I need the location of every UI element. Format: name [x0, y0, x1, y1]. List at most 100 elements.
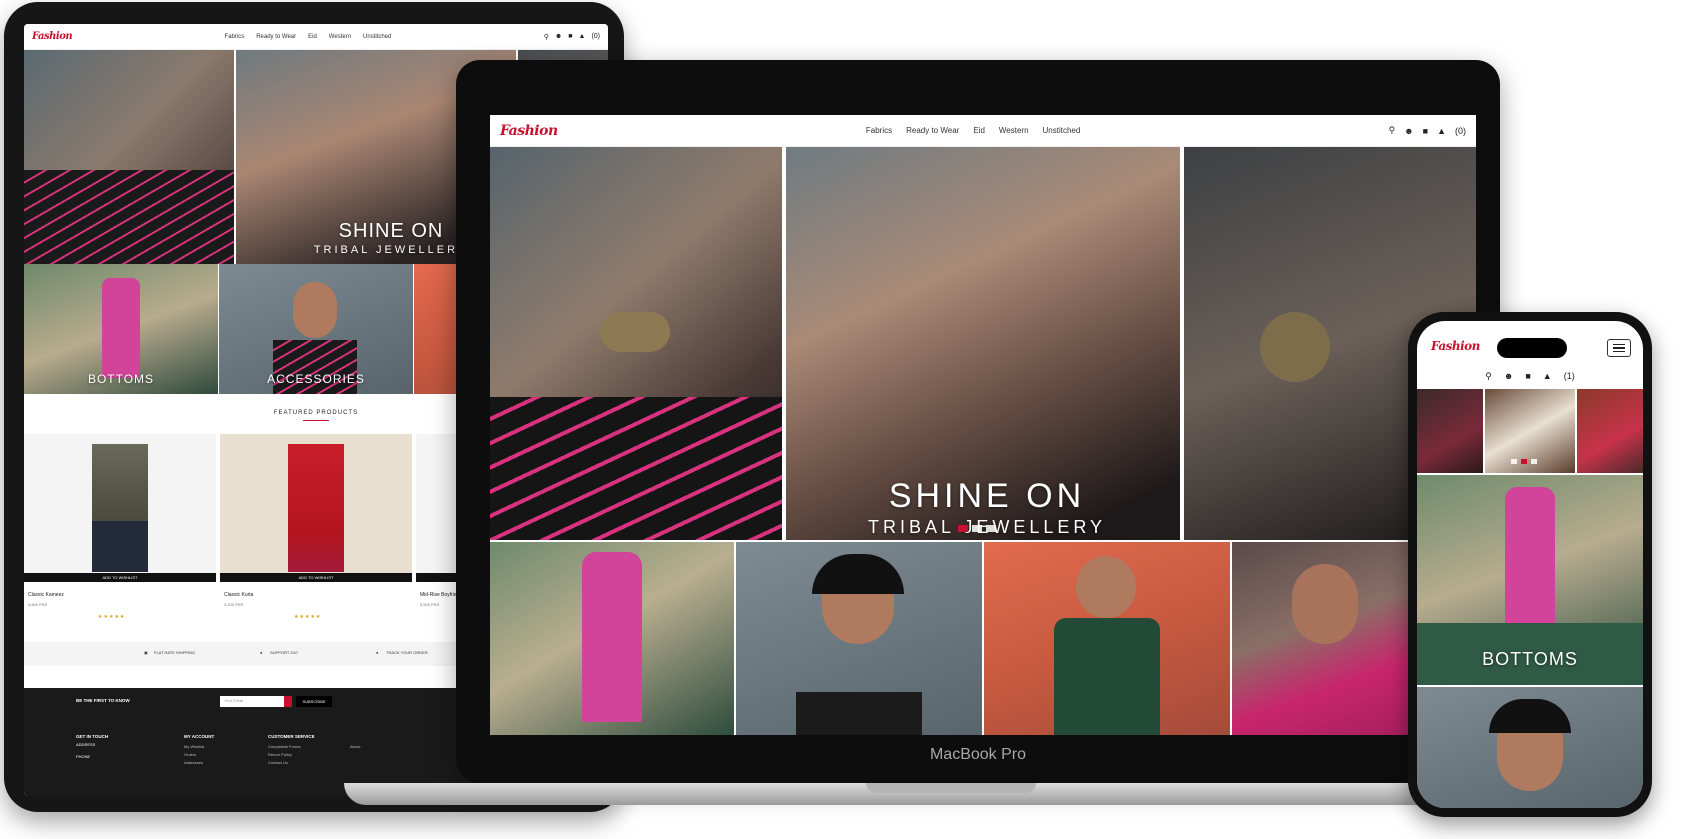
product-image — [92, 444, 148, 572]
carousel-dot[interactable] — [986, 525, 996, 532]
service-shipping: FLAT RATE SHIPPING — [154, 650, 196, 655]
service-heading: CUSTOMER SERVICE — [268, 734, 315, 739]
add-to-wishlist-button[interactable]: ADD TO WISHLIST — [24, 573, 216, 582]
laptop-device: Fashion Fabrics Ready to Wear Eid Wester… — [456, 60, 1500, 783]
menu-item-ready-to-wear[interactable]: Ready to Wear — [906, 126, 959, 135]
phone-nav-icons: ⚲ ☻ ■ ▲ (1) — [1417, 367, 1643, 385]
product-card[interactable]: ADD TO WISHLIST — [220, 434, 412, 582]
category-accessories[interactable]: ACCESSORIES — [219, 264, 413, 394]
hero-photo-right — [1577, 389, 1643, 473]
lock-icon[interactable]: ■ — [1525, 371, 1530, 381]
category-accessories[interactable] — [736, 542, 982, 735]
main-menu: Fabrics Ready to Wear Eid Western Unstit… — [225, 34, 392, 40]
product-price: 4,800 PKR — [28, 602, 48, 607]
product-name[interactable]: Classic Kurta — [224, 592, 253, 598]
featured-underline — [303, 420, 329, 421]
user-icon[interactable]: ☻ — [1404, 126, 1413, 136]
search-icon[interactable]: ⚲ — [1389, 125, 1396, 136]
carousel-dot[interactable] — [1531, 459, 1537, 464]
phone-device: Fashion ⚲ ☻ ■ ▲ (1) BOTTOMS — [1408, 312, 1652, 817]
hamburger-line — [1613, 350, 1625, 353]
category-label: ACCESSORIES — [267, 372, 365, 386]
main-menu: Fabrics Ready to Wear Eid Western Unstit… — [866, 126, 1080, 135]
newsletter-heading: BE THE FIRST TO KNOW — [76, 698, 130, 703]
menu-item-unstitched[interactable]: Unstitched — [363, 34, 391, 40]
site-logo[interactable]: Fashion — [500, 123, 558, 139]
laptop-navbar: Fashion Fabrics Ready to Wear Eid Wester… — [490, 115, 1476, 147]
email-placeholder: Your Email — [224, 698, 244, 703]
menu-item-eid[interactable]: Eid — [973, 126, 985, 135]
necklace-pendant — [600, 312, 670, 352]
email-input[interactable]: Your Email — [220, 696, 292, 707]
carousel-dot[interactable] — [972, 525, 982, 532]
nav-icons: ⚲ ☻ ■ ▲ (0) — [544, 33, 600, 41]
product-image — [288, 444, 344, 572]
user-icon[interactable]: ☻ — [555, 33, 562, 40]
carousel-dots — [1511, 459, 1537, 464]
menu-item-western[interactable]: Western — [329, 34, 351, 40]
carousel-dot[interactable] — [1511, 459, 1517, 464]
product-price: 5,500 PKR — [420, 602, 440, 607]
cart-count[interactable]: (1) — [1564, 371, 1575, 381]
lock-icon[interactable]: ■ — [568, 33, 572, 40]
account-link[interactable]: Orders — [184, 752, 196, 757]
category-bottoms[interactable]: BOTTOMS — [24, 264, 218, 394]
phone-category-accessories[interactable] — [1417, 687, 1643, 808]
service-support: SUPPORT 24/7 — [270, 650, 299, 655]
product-card[interactable]: ADD TO WISHLIST — [24, 434, 216, 582]
account-link[interactable]: My Wishlist — [184, 744, 204, 749]
support-icon: ● — [260, 650, 263, 655]
search-icon[interactable]: ⚲ — [544, 33, 549, 41]
subscribe-button[interactable]: SUBSCRIBE — [296, 696, 332, 707]
search-icon[interactable]: ⚲ — [1485, 371, 1492, 382]
email-submit-icon[interactable] — [284, 696, 292, 707]
account-link[interactable]: Addresses — [184, 760, 203, 765]
site-logo[interactable]: Fashion — [1431, 339, 1480, 353]
product-name[interactable]: Classic Kameez — [28, 592, 64, 598]
menu-item-unstitched[interactable]: Unstitched — [1043, 126, 1081, 135]
laptop-screen: Fashion Fabrics Ready to Wear Eid Wester… — [490, 115, 1476, 735]
model-garment — [1054, 618, 1160, 735]
service-link[interactable]: Return Policy — [268, 752, 292, 757]
menu-item-eid[interactable]: Eid — [308, 34, 317, 40]
service-link[interactable]: Contact Us — [268, 760, 288, 765]
location-icon: ● — [376, 650, 379, 655]
category-label: BOTTOMS — [1482, 649, 1578, 669]
lock-icon[interactable]: ■ — [1423, 126, 1428, 136]
menu-item-fabrics[interactable]: Fabrics — [225, 34, 245, 40]
cart-icon[interactable]: ▲ — [579, 33, 586, 40]
truck-icon: ▣ — [144, 650, 148, 655]
add-to-wishlist-button[interactable]: ADD TO WISHLIST — [220, 573, 412, 582]
phone-category-bottoms[interactable]: BOTTOMS — [1417, 475, 1643, 685]
site-logo[interactable]: Fashion — [32, 31, 73, 42]
cart-count[interactable]: (0) — [591, 33, 600, 40]
service-link[interactable]: Complaints Forms — [268, 744, 300, 749]
model-garment — [796, 692, 922, 735]
hamburger-icon[interactable] — [1607, 339, 1631, 357]
cart-icon[interactable]: ▲ — [1437, 126, 1446, 136]
category-bottoms[interactable] — [490, 542, 734, 735]
category-khaas[interactable] — [984, 542, 1230, 735]
about-link[interactable]: About — [350, 744, 360, 749]
menu-item-ready-to-wear[interactable]: Ready to Wear — [256, 34, 296, 40]
hero-photo-left — [1417, 389, 1483, 473]
model-figure — [102, 278, 140, 378]
model-figure — [1292, 564, 1358, 644]
menu-item-fabrics[interactable]: Fabrics — [866, 126, 892, 135]
carousel-dot[interactable] — [1521, 459, 1527, 464]
hero-title: SHINE ON — [888, 477, 1086, 515]
phone-hero-banner[interactable] — [1417, 389, 1643, 473]
cart-icon[interactable]: ▲ — [1543, 371, 1552, 381]
carousel-dot[interactable] — [958, 525, 968, 532]
user-icon[interactable]: ☻ — [1504, 371, 1513, 381]
model-figure — [293, 282, 337, 338]
model-hair — [812, 554, 904, 594]
laptop-brand-label: MacBook Pro — [929, 746, 1027, 763]
device-mockup-stage: Fashion Fabrics Ready to Wear Eid Wester… — [0, 0, 1686, 839]
phone-screen: Fashion ⚲ ☻ ■ ▲ (1) BOTTOMS — [1417, 321, 1643, 808]
cart-count[interactable]: (0) — [1455, 126, 1466, 136]
contact-heading: GET IN TOUCH — [76, 734, 109, 739]
menu-item-western[interactable]: Western — [999, 126, 1029, 135]
hero-banner[interactable]: SHINE ON TRIBAL JEWELLERY — [490, 147, 1476, 540]
tablet-navbar: Fashion Fabrics Ready to Wear Eid Wester… — [24, 24, 608, 50]
